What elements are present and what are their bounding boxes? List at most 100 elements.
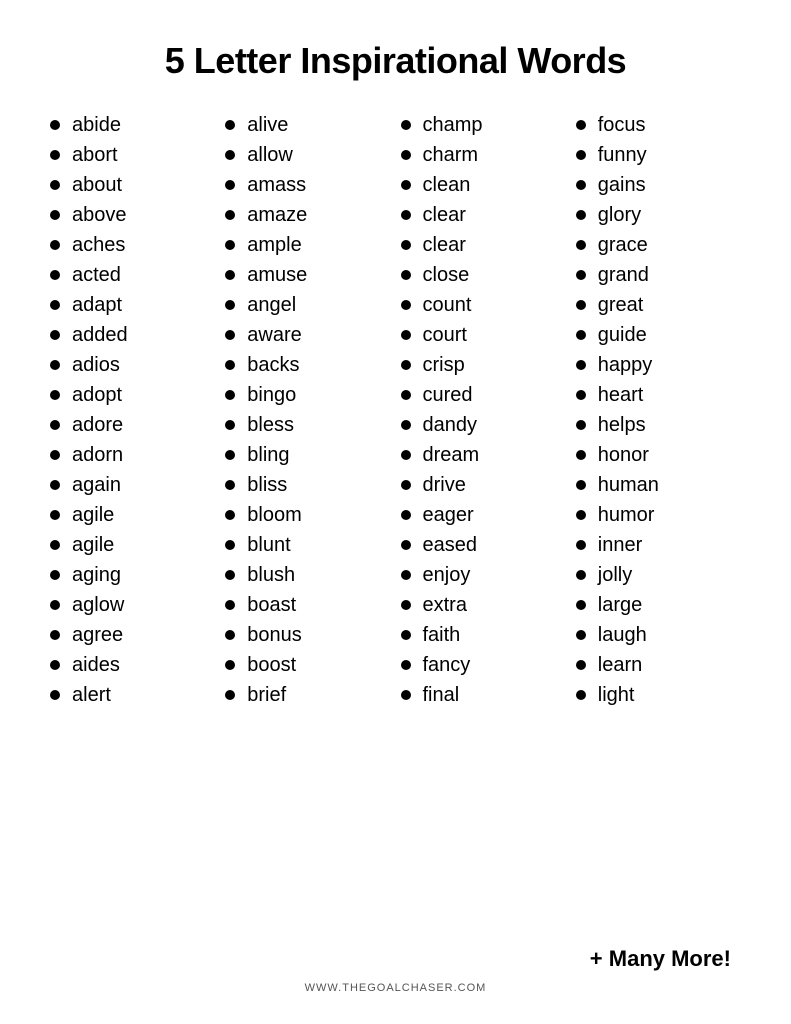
list-item: adopt (50, 380, 215, 410)
bullet-icon (576, 480, 586, 490)
list-item: jolly (576, 560, 741, 590)
word-text: humor (598, 505, 655, 525)
word-text: alive (247, 115, 288, 135)
word-text: adopt (72, 385, 122, 405)
list-item: aches (50, 230, 215, 260)
bullet-icon (225, 690, 235, 700)
word-text: inner (598, 535, 642, 555)
word-text: aglow (72, 595, 124, 615)
word-text: boost (247, 655, 296, 675)
bullet-icon (225, 420, 235, 430)
list-item: humor (576, 500, 741, 530)
word-text: added (72, 325, 128, 345)
bullet-icon (401, 690, 411, 700)
word-text: champ (423, 115, 483, 135)
word-text: adapt (72, 295, 122, 315)
list-item: aging (50, 560, 215, 590)
bullet-icon (401, 600, 411, 610)
word-text: ample (247, 235, 301, 255)
bullet-icon (50, 540, 60, 550)
bullet-icon (576, 510, 586, 520)
word-text: extra (423, 595, 467, 615)
bullet-icon (576, 630, 586, 640)
list-item: grace (576, 230, 741, 260)
bullet-icon (225, 390, 235, 400)
list-item: added (50, 320, 215, 350)
website-footer: WWW.THEGOALCHASER.COM (50, 972, 741, 994)
bullet-icon (401, 480, 411, 490)
word-text: agree (72, 625, 123, 645)
bullet-icon (401, 390, 411, 400)
word-text: guide (598, 325, 647, 345)
bullet-icon (576, 690, 586, 700)
bullet-icon (576, 120, 586, 130)
word-text: acted (72, 265, 121, 285)
bullet-icon (50, 570, 60, 580)
word-text: alert (72, 685, 111, 705)
list-item: clean (401, 170, 566, 200)
bullet-icon (50, 450, 60, 460)
word-text: great (598, 295, 644, 315)
list-item: bonus (225, 620, 390, 650)
word-text: aches (72, 235, 125, 255)
bullet-icon (576, 240, 586, 250)
bullet-icon (50, 120, 60, 130)
bullet-icon (225, 270, 235, 280)
word-text: abort (72, 145, 118, 165)
list-item: bling (225, 440, 390, 470)
word-text: adore (72, 415, 123, 435)
list-item: focus (576, 110, 741, 140)
bullet-icon (401, 510, 411, 520)
list-item: again (50, 470, 215, 500)
bullet-icon (401, 180, 411, 190)
word-text: bling (247, 445, 289, 465)
bullet-icon (225, 180, 235, 190)
list-item: faith (401, 620, 566, 650)
bullet-icon (225, 210, 235, 220)
word-column-1: abideabortaboutaboveachesactedadaptadded… (50, 110, 215, 926)
word-text: light (598, 685, 635, 705)
word-text: amaze (247, 205, 307, 225)
word-text: jolly (598, 565, 632, 585)
list-item: great (576, 290, 741, 320)
word-text: enjoy (423, 565, 471, 585)
word-text: helps (598, 415, 646, 435)
word-text: backs (247, 355, 299, 375)
bullet-icon (576, 270, 586, 280)
bullet-icon (401, 330, 411, 340)
bullet-icon (576, 180, 586, 190)
word-text: aging (72, 565, 121, 585)
list-item: eager (401, 500, 566, 530)
bullet-icon (50, 210, 60, 220)
list-item: aglow (50, 590, 215, 620)
list-item: light (576, 680, 741, 710)
bullet-icon (401, 540, 411, 550)
more-text: + Many More! (590, 946, 731, 972)
word-text: heart (598, 385, 644, 405)
word-text: faith (423, 625, 461, 645)
word-text: drive (423, 475, 466, 495)
word-text: happy (598, 355, 653, 375)
word-text: amuse (247, 265, 307, 285)
list-item: grand (576, 260, 741, 290)
list-item: honor (576, 440, 741, 470)
bullet-icon (50, 660, 60, 670)
word-text: count (423, 295, 472, 315)
word-text: glory (598, 205, 641, 225)
bullet-icon (576, 540, 586, 550)
list-item: agile (50, 500, 215, 530)
list-item: abort (50, 140, 215, 170)
word-text: court (423, 325, 467, 345)
bullet-icon (401, 120, 411, 130)
bullet-icon (576, 330, 586, 340)
list-item: alert (50, 680, 215, 710)
word-text: bonus (247, 625, 302, 645)
list-item: boost (225, 650, 390, 680)
list-item: backs (225, 350, 390, 380)
bullet-icon (50, 330, 60, 340)
list-item: cured (401, 380, 566, 410)
list-item: adorn (50, 440, 215, 470)
bullet-icon (50, 600, 60, 610)
list-item: clear (401, 200, 566, 230)
word-text: about (72, 175, 122, 195)
